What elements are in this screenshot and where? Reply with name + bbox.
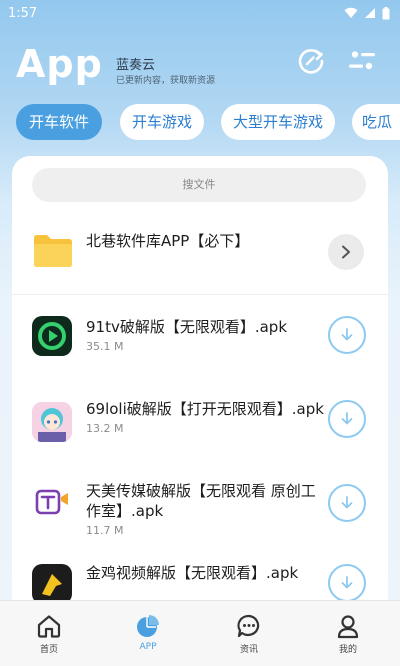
list-item[interactable]: 69loli破解版【打开无限观看】.apk 13.2 M — [12, 390, 388, 476]
file-title: 天美传媒破解版【无限观看 原创工 — [86, 482, 316, 500]
tab-kaiche-games[interactable]: 开车游戏 — [120, 104, 204, 140]
nav-label: 我的 — [338, 645, 357, 655]
file-list-card: 搜文件 北巷软件库APP【必下】 91tv破解版【无限观看】.apk 35.1 … — [12, 156, 388, 600]
nav-label: 资讯 — [239, 645, 258, 655]
category-tabs: 开车软件 开车游戏 大型开车游戏 吃瓜 — [0, 104, 400, 142]
nav-label: APP — [139, 642, 157, 652]
file-size: 13.2 M — [86, 422, 124, 435]
app-title: App — [16, 42, 103, 86]
open-folder-button[interactable] — [328, 234, 364, 270]
tab-large-kaiche-games[interactable]: 大型开车游戏 — [221, 104, 335, 140]
anime-app-icon — [32, 402, 72, 442]
download-button[interactable] — [328, 400, 366, 438]
status-icons — [344, 6, 390, 20]
battery-icon — [382, 6, 390, 19]
signal-icon — [365, 8, 375, 18]
download-button[interactable] — [328, 484, 366, 522]
pie-chart-icon — [137, 615, 159, 637]
golden-chicken-app-icon — [32, 564, 72, 600]
divider — [12, 294, 388, 295]
wifi-icon — [344, 7, 358, 19]
list-item[interactable]: 天美传媒破解版【无限观看 原创工 作室】.apk 11.7 M — [12, 476, 388, 562]
person-icon — [337, 615, 359, 639]
tab-gossip[interactable]: 吃瓜 — [352, 104, 400, 140]
sort-menu-icon[interactable] — [347, 46, 377, 76]
file-title: 69loli破解版【打开无限观看】.apk — [86, 400, 324, 418]
download-icon — [341, 496, 353, 509]
folder-row[interactable]: 北巷软件库APP【必下】 — [12, 218, 388, 288]
nav-label: 首页 — [39, 645, 58, 655]
search-input[interactable]: 搜文件 — [32, 168, 366, 202]
download-button[interactable] — [328, 316, 366, 354]
file-title: 金鸡视频解版【无限观看】.apk — [86, 564, 299, 582]
header: App 蓝奏云 已更新内容，获取新资源 — [0, 38, 400, 98]
home-icon — [37, 615, 61, 638]
nav-app[interactable]: APP — [118, 613, 178, 652]
file-size: 11.7 M — [86, 524, 124, 537]
tianmei-app-icon — [32, 482, 72, 522]
status-time: 1:57 — [8, 5, 38, 21]
tab-kaiche-software[interactable]: 开车软件 — [16, 104, 102, 140]
file-size: 35.1 M — [86, 340, 124, 353]
play-app-icon — [32, 316, 72, 356]
download-icon — [341, 576, 353, 589]
list-item[interactable]: 金鸡视频解版【无限观看】.apk — [12, 560, 388, 600]
status-bar: 1:57 — [0, 0, 400, 26]
brand-subtitle: 已更新内容，获取新资源 — [116, 76, 216, 86]
chevron-right-icon — [342, 245, 350, 259]
refresh-icon[interactable] — [296, 46, 326, 76]
file-title-line2: 作室】.apk — [86, 502, 164, 520]
nav-home[interactable]: 首页 — [19, 613, 79, 655]
bottom-nav: 首页 APP 资讯 我的 — [0, 600, 400, 666]
download-icon — [341, 328, 353, 341]
brand-name: 蓝奏云 — [116, 58, 156, 73]
download-icon — [341, 412, 353, 425]
folder-title: 北巷软件库APP【必下】 — [86, 232, 250, 250]
chat-bubble-icon — [237, 614, 260, 638]
file-title: 91tv破解版【无限观看】.apk — [86, 318, 288, 336]
nav-news[interactable]: 资讯 — [219, 613, 279, 655]
list-item[interactable]: 91tv破解版【无限观看】.apk 35.1 M — [12, 304, 388, 390]
folder-icon — [34, 235, 72, 267]
download-button[interactable] — [328, 564, 366, 600]
nav-me[interactable]: 我的 — [318, 613, 378, 655]
